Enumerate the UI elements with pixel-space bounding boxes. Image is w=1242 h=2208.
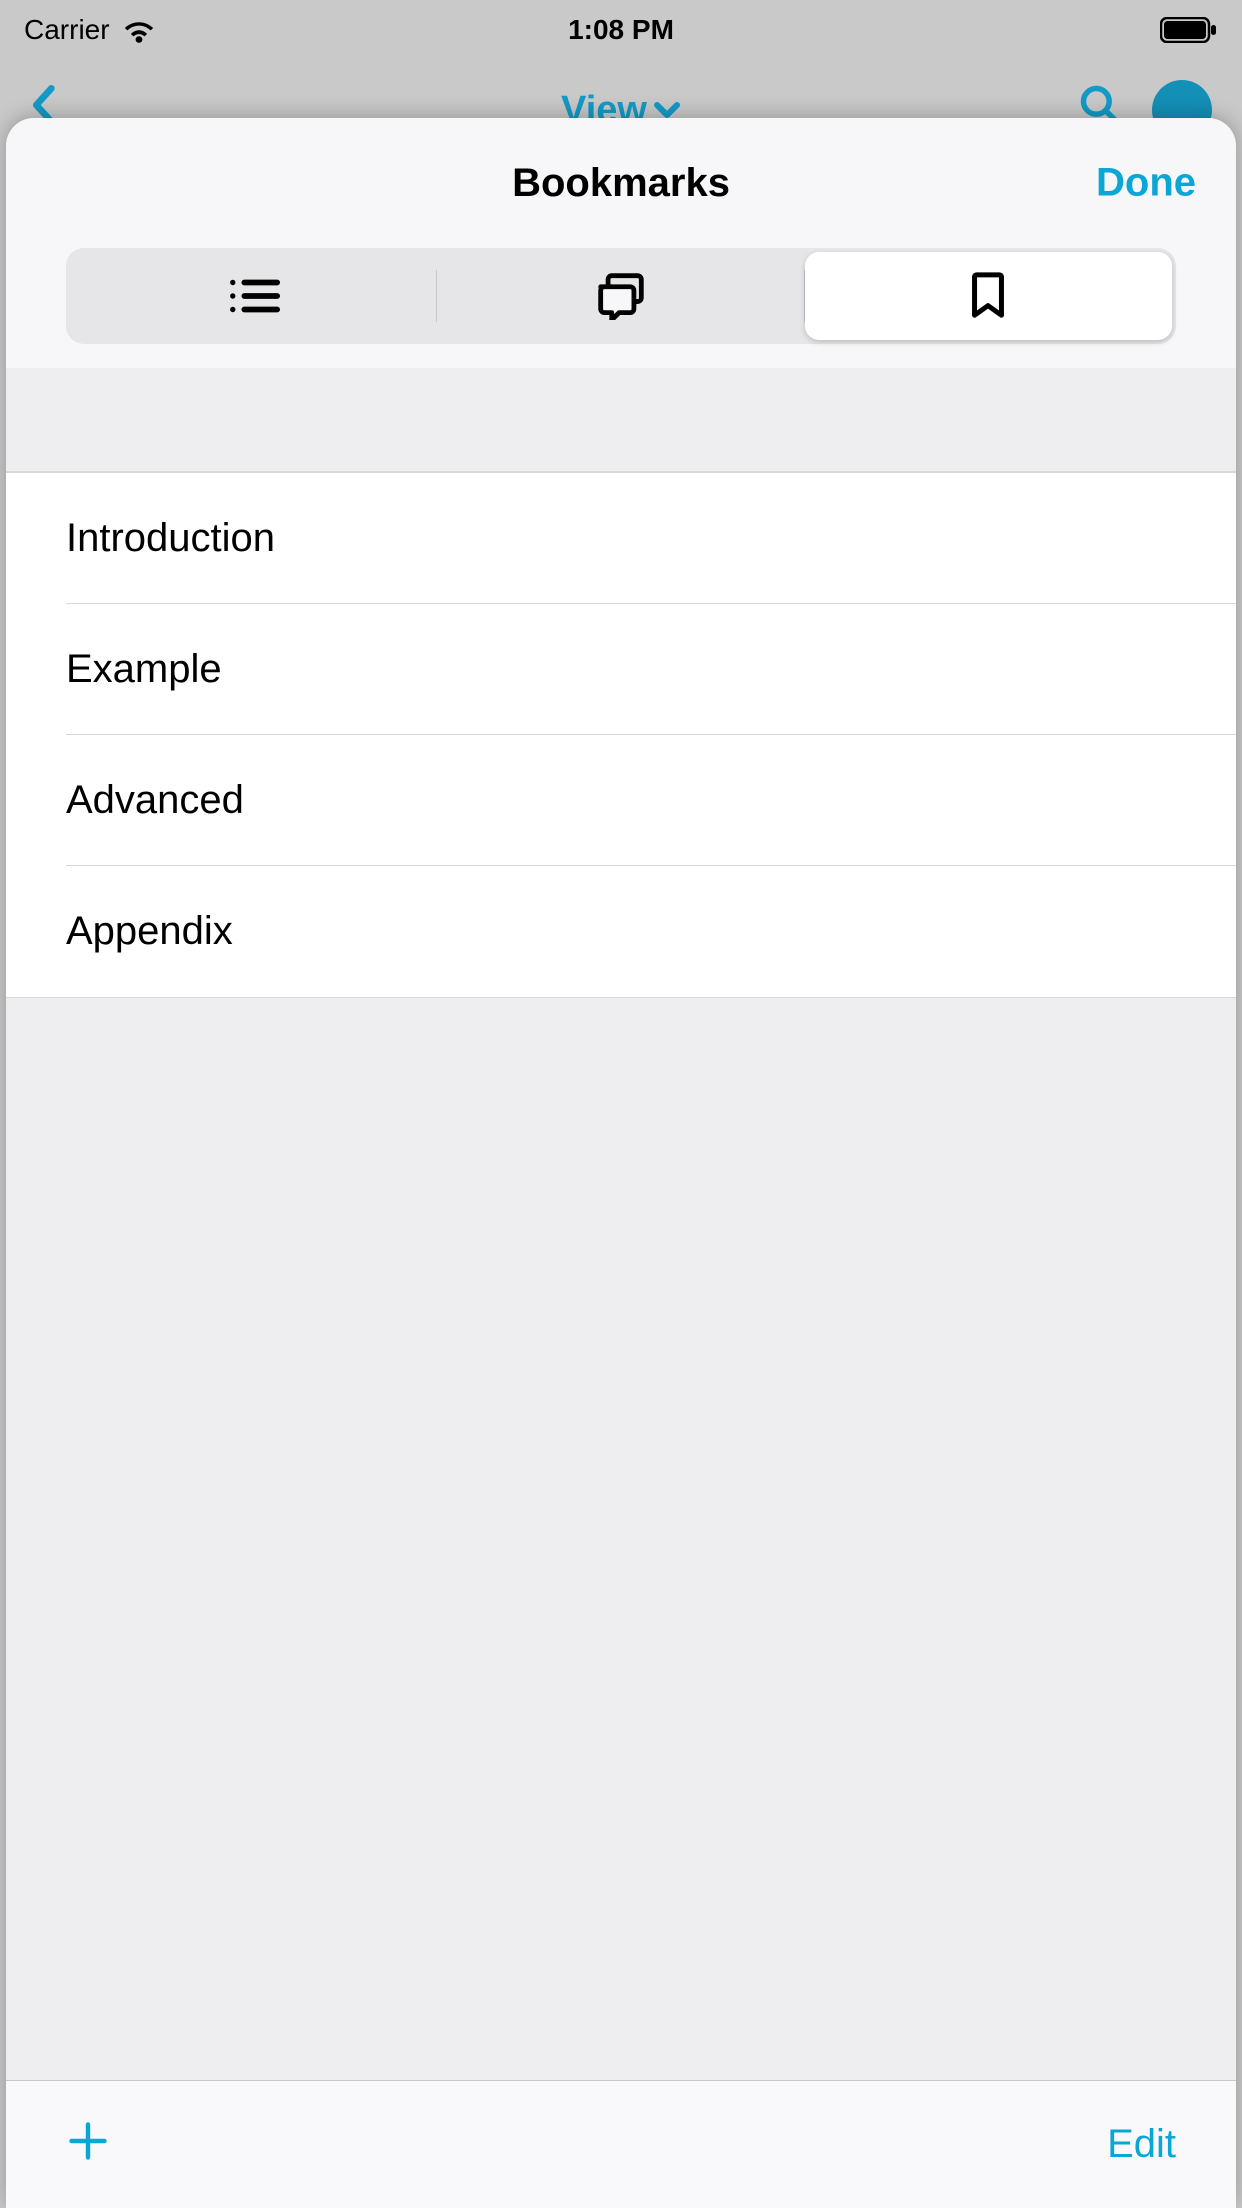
list-icon xyxy=(227,276,281,316)
status-time: 1:08 PM xyxy=(568,14,674,46)
wifi-icon xyxy=(122,17,156,43)
toolbar: Edit xyxy=(6,2080,1236,2208)
list-header-spacer xyxy=(6,368,1236,472)
bookmark-label: Appendix xyxy=(66,909,233,954)
segment-bookmarks[interactable] xyxy=(805,252,1172,340)
list-area: Introduction Example Advanced Appendix xyxy=(6,368,1236,2080)
bookmark-label: Introduction xyxy=(66,516,275,561)
done-button[interactable]: Done xyxy=(1096,161,1196,206)
annotations-icon xyxy=(593,272,649,320)
carrier-label: Carrier xyxy=(24,14,110,46)
segment-outline[interactable] xyxy=(70,252,437,340)
status-left: Carrier xyxy=(24,14,156,46)
status-right xyxy=(1160,17,1218,43)
segmented-control-wrap xyxy=(6,248,1236,368)
add-bookmark-button[interactable] xyxy=(66,2118,110,2172)
edit-button[interactable]: Edit xyxy=(1107,2122,1176,2167)
bookmark-label: Advanced xyxy=(66,778,244,823)
sheet-navbar: Bookmarks Done xyxy=(6,118,1236,248)
list-item[interactable]: Example xyxy=(6,604,1236,735)
segment-annotations[interactable] xyxy=(437,252,804,340)
list-item[interactable]: Advanced xyxy=(6,735,1236,866)
list-item[interactable]: Introduction xyxy=(6,473,1236,604)
plus-icon xyxy=(66,2119,110,2163)
bookmark-icon xyxy=(968,271,1008,321)
status-bar: Carrier 1:08 PM xyxy=(0,0,1242,60)
bookmark-list: Introduction Example Advanced Appendix xyxy=(6,472,1236,998)
bookmark-label: Example xyxy=(66,647,222,692)
sheet-title: Bookmarks xyxy=(512,161,730,206)
chevron-down-icon xyxy=(653,101,681,119)
battery-icon xyxy=(1160,17,1218,43)
bookmarks-sheet: Bookmarks Done xyxy=(6,118,1236,2208)
list-item[interactable]: Appendix xyxy=(6,866,1236,997)
segmented-control xyxy=(66,248,1176,344)
